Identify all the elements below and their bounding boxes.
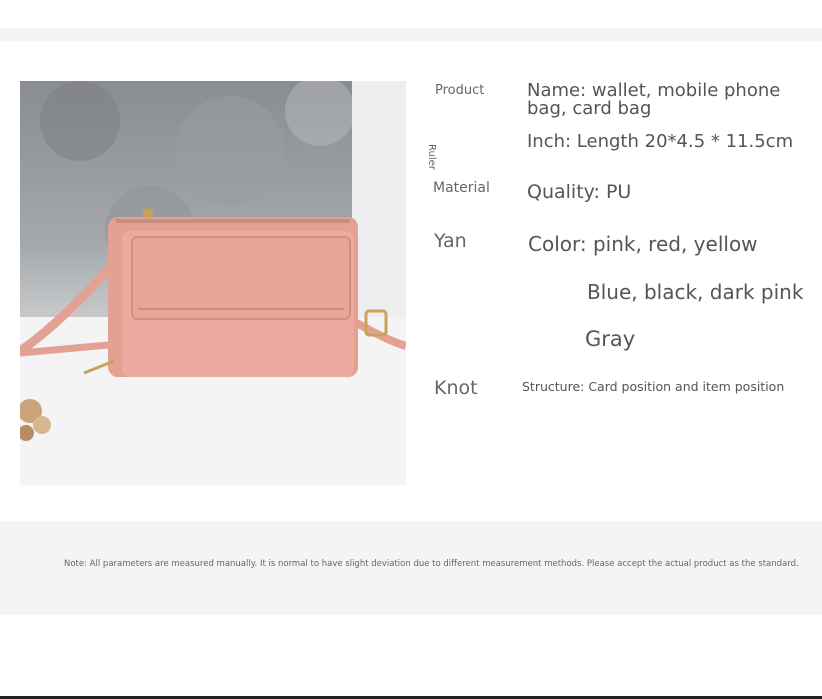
ruler-value: Inch: Length 20*4.5 * 11.5cm (527, 131, 794, 152)
top-band (0, 0, 822, 28)
measurement-note: Note: All parameters are measured manual… (64, 559, 799, 569)
structure-value: Structure: Card position and item positi… (522, 379, 785, 394)
wallet-bag-image (20, 81, 406, 485)
ruler-label: Ruler (426, 144, 437, 170)
color-value-line2: Blue, black, dark pink (587, 280, 804, 304)
color-value-line3: Gray (585, 327, 636, 351)
color-label: Yan (434, 230, 467, 252)
material-label: Material (433, 180, 490, 196)
top-strip (0, 28, 822, 41)
color-value: Color: pink, red, yellow (528, 232, 758, 256)
structure-label: Knot (434, 377, 478, 399)
material-value: Quality: PU (527, 181, 632, 203)
product-photo (20, 81, 406, 485)
product-value: Name: wallet, mobile phone bag, card bag (527, 80, 781, 119)
product-label: Product (435, 83, 485, 98)
